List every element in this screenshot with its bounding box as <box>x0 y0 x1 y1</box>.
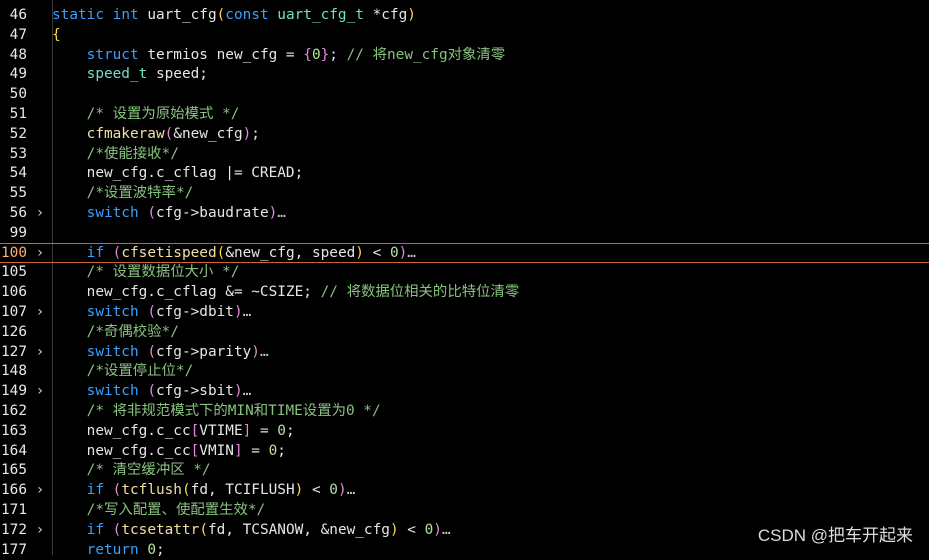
line-number: 48 <box>9 46 27 63</box>
code-line[interactable]: 52 cfmakeraw(&new_cfg); <box>0 124 929 144</box>
code-line[interactable]: 126 /*奇偶校验*/ <box>0 322 929 342</box>
code-line[interactable]: 164 new_cfg.c_cc[VMIN] = 0; <box>0 441 929 461</box>
code-text: static int uart_cfg(const uart_cfg_t *cf… <box>52 7 416 23</box>
code-line[interactable]: 149 › switch (cfg->sbit)… <box>0 381 929 401</box>
code-line[interactable]: 51 /* 设置为原始模式 */ <box>0 104 929 124</box>
line-number: 107 <box>1 304 27 320</box>
code-text: /*写入配置、使配置生效*/ <box>86 502 266 518</box>
code-text: /*奇偶校验*/ <box>86 323 179 340</box>
code-line[interactable]: 106 new_cfg.c_cflag &= ~CSIZE; // 将数据位相关… <box>0 282 929 302</box>
code-line[interactable]: 162 /* 将非规范模式下的MIN和TIME设置为0 */ <box>0 401 929 421</box>
fold-chevron-icon[interactable]: › <box>33 520 47 540</box>
line-number: 165 <box>1 462 27 479</box>
code-text: /*设置停止位*/ <box>86 363 194 380</box>
fold-chevron-icon[interactable]: › <box>33 342 47 362</box>
line-number: 163 <box>1 422 27 439</box>
line-number: 51 <box>9 106 27 122</box>
code-line[interactable]: 55 /*设置波特率*/ <box>0 183 929 203</box>
line-number: 106 <box>1 284 27 301</box>
line-number: 127 <box>1 343 27 360</box>
line-number: 56 <box>9 205 27 221</box>
fold-chevron-icon[interactable]: › <box>33 203 47 223</box>
code-line[interactable]: 163 new_cfg.c_cc[VTIME] = 0; <box>0 421 929 441</box>
code-text: /*设置波特率*/ <box>86 185 194 202</box>
line-number: 177 <box>1 541 27 558</box>
line-number: 46 <box>9 7 27 23</box>
code-line[interactable]: 166 › if (tcflush(fd, TCIFLUSH) < 0)… <box>0 480 929 500</box>
code-text: /* 设置数据位大小 */ <box>86 264 240 281</box>
fold-chevron-icon[interactable]: › <box>33 381 47 401</box>
code-text: struct termios new_cfg = {0}; // 将new_cf… <box>86 46 506 63</box>
code-editor[interactable]: 46 static int uart_cfg(const uart_cfg_t *… <box>0 0 929 558</box>
code-line[interactable]: 165 /* 清空缓冲区 */ <box>0 460 929 480</box>
code-line[interactable]: 49 speed_t speed; <box>0 64 929 84</box>
code-text: if (tcflush(fd, TCIFLUSH) < 0)… <box>86 482 356 499</box>
code-text: /* 将非规范模式下的MIN和TIME设置为0 */ <box>86 403 381 419</box>
code-line[interactable]: 53 /*使能接收*/ <box>0 144 929 164</box>
code-text: { <box>52 26 61 43</box>
line-number: 172 <box>1 521 27 538</box>
line-number: 164 <box>1 442 27 459</box>
line-number: 126 <box>1 323 27 340</box>
line-number: 166 <box>1 482 27 499</box>
code-text: switch (cfg->parity)… <box>86 343 269 360</box>
line-number: 50 <box>9 86 27 103</box>
code-text: /* 设置为原始模式 */ <box>86 106 240 122</box>
code-line[interactable]: 100 › if (cfsetispeed(&new_cfg, speed) < … <box>0 242 929 263</box>
watermark: CSDN @把车开起来 <box>757 526 913 545</box>
code-text: cfmakeraw(&new_cfg); <box>86 125 260 142</box>
code-line[interactable]: 105 /* 设置数据位大小 */ <box>0 262 929 282</box>
code-text: speed_t speed; <box>86 66 208 83</box>
line-number: 162 <box>1 403 27 419</box>
fold-chevron-icon[interactable]: › <box>33 302 47 322</box>
code-line[interactable]: 171 /*写入配置、使配置生效*/ <box>0 500 929 520</box>
line-number: 100 <box>1 244 27 261</box>
code-text: if (tcsetattr(fd, TCSANOW, &new_cfg) < 0… <box>86 521 451 538</box>
code-text: /* 清空缓冲区 */ <box>86 462 211 479</box>
line-number: 105 <box>1 264 27 281</box>
line-number: 148 <box>1 363 27 380</box>
line-number: 149 <box>1 383 27 400</box>
code-text: if (cfsetispeed(&new_cfg, speed) < 0)… <box>86 244 416 261</box>
code-line[interactable]: 46 static int uart_cfg(const uart_cfg_t *… <box>0 5 929 25</box>
code-text: switch (cfg->sbit)… <box>86 383 252 400</box>
code-text: new_cfg.c_cc[VTIME] = 0; <box>86 422 295 439</box>
line-number: 47 <box>9 26 27 43</box>
code-line[interactable]: 127 › switch (cfg->parity)… <box>0 342 929 362</box>
code-text: switch (cfg->baudrate)… <box>86 205 286 221</box>
line-number: 99 <box>9 224 27 241</box>
code-line[interactable]: 47 { <box>0 25 929 45</box>
code-text: switch (cfg->dbit)… <box>86 304 252 320</box>
fold-chevron-icon[interactable]: › <box>33 244 47 262</box>
code-line[interactable]: 56 › switch (cfg->baudrate)… <box>0 203 929 223</box>
line-number: 171 <box>1 502 27 518</box>
code-line[interactable]: 99 <box>0 223 929 243</box>
line-number: 53 <box>9 145 27 162</box>
line-number: 52 <box>9 125 27 142</box>
code-text: new_cfg.c_cflag |= CREAD; <box>86 165 304 182</box>
code-line[interactable]: 107 › switch (cfg->dbit)… <box>0 302 929 322</box>
line-number: 49 <box>9 66 27 83</box>
line-number: 54 <box>9 165 27 182</box>
code-line[interactable]: 50 <box>0 84 929 104</box>
code-line[interactable]: 48 struct termios new_cfg = {0}; // 将new… <box>0 45 929 65</box>
code-line[interactable]: 148 /*设置停止位*/ <box>0 361 929 381</box>
fold-chevron-icon[interactable]: › <box>33 480 47 500</box>
line-number: 55 <box>9 185 27 202</box>
code-text: new_cfg.c_cflag &= ~CSIZE; // 将数据位相关的比特位… <box>86 284 520 301</box>
code-text: /*使能接收*/ <box>86 145 179 162</box>
code-text: return 0; <box>86 541 165 558</box>
code-line[interactable]: 54 new_cfg.c_cflag |= CREAD; <box>0 163 929 183</box>
code-text: new_cfg.c_cc[VMIN] = 0; <box>86 442 286 459</box>
